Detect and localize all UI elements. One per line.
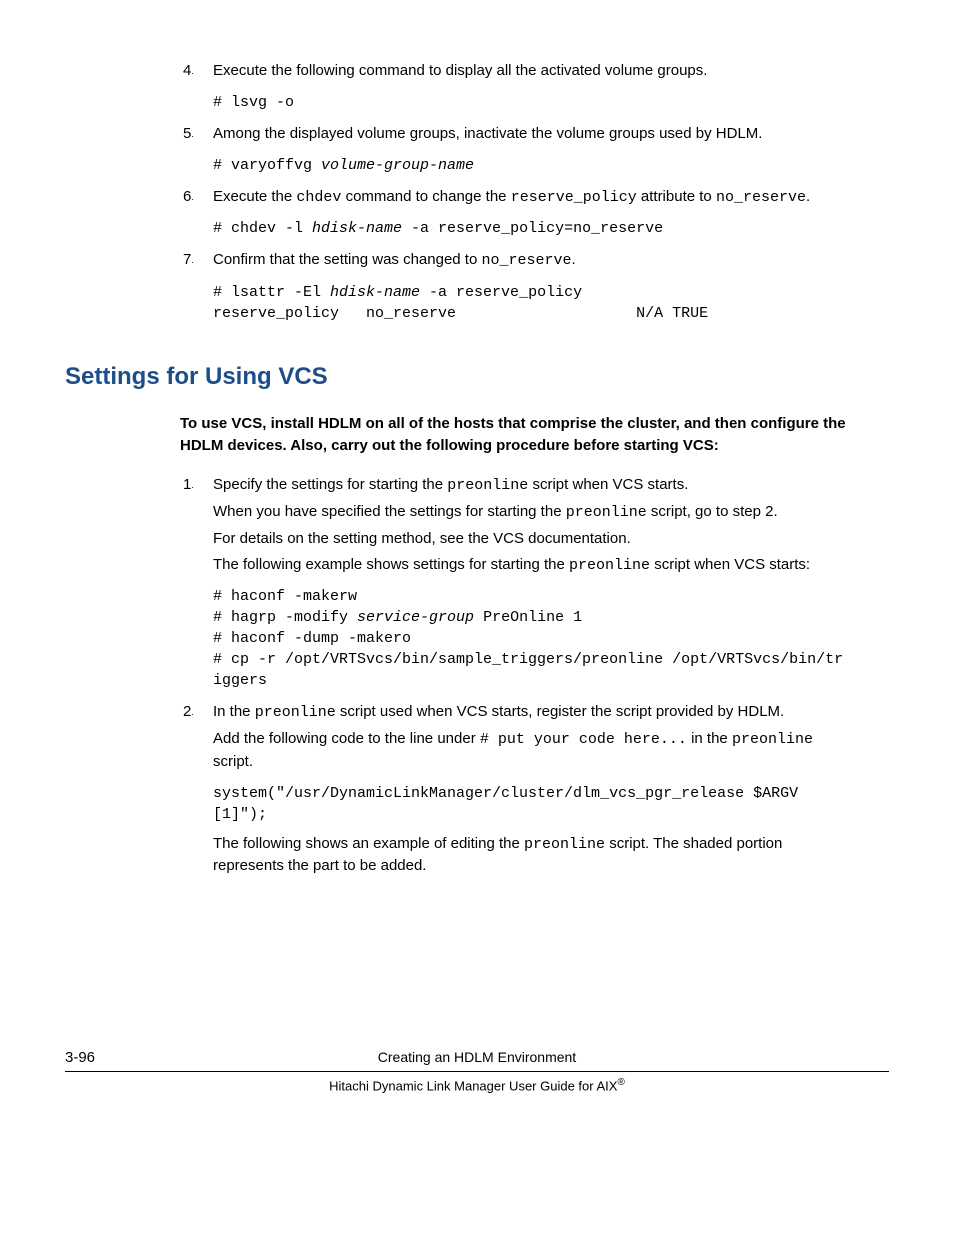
step-text: Add the following code to the line under… <box>213 728 849 773</box>
step-number: 2. <box>180 701 213 877</box>
step-text: The following example shows settings for… <box>213 554 849 577</box>
step-text: The following shows an example of editin… <box>213 833 849 878</box>
step-text: In the preonline script used when VCS st… <box>213 701 849 724</box>
step-text: Among the displayed volume groups, inact… <box>213 123 849 145</box>
page-footer: 3-96 Creating an HDLM Environment Hitach… <box>65 1047 889 1096</box>
code-block: system("/usr/DynamicLinkManager/cluster/… <box>213 783 849 825</box>
section-intro: To use VCS, install HDLM on all of the h… <box>180 413 849 457</box>
code-block: # varyoffvg volume-group-name <box>213 155 849 176</box>
footer-subtitle: Hitachi Dynamic Link Manager User Guide … <box>65 1076 889 1096</box>
step-number: 7. <box>180 249 213 332</box>
section-heading: Settings for Using VCS <box>65 360 889 395</box>
code-block: # chdev -l hdisk-name -a reserve_policy=… <box>213 218 849 239</box>
step-5: 5. Among the displayed volume groups, in… <box>180 123 849 184</box>
ordered-list-top: 4. Execute the following command to disp… <box>180 60 849 332</box>
step-text: Confirm that the setting was changed to … <box>213 249 849 272</box>
code-block: # haconf -makerw # hagrp -modify service… <box>213 586 849 691</box>
step-6: 6. Execute the chdev command to change t… <box>180 186 849 248</box>
code-block: # lsvg -o <box>213 92 849 113</box>
step-text: Execute the following command to display… <box>213 60 849 82</box>
step-number: 4. <box>180 60 213 121</box>
step-4: 4. Execute the following command to disp… <box>180 60 849 121</box>
step-text: When you have specified the settings for… <box>213 501 849 524</box>
page-number: 3-96 <box>65 1047 95 1069</box>
step-number: 5. <box>180 123 213 184</box>
footer-title: Creating an HDLM Environment <box>65 1047 889 1072</box>
step-number: 1. <box>180 474 213 699</box>
step-7: 7. Confirm that the setting was changed … <box>180 249 849 332</box>
step-text: Specify the settings for starting the pr… <box>213 474 849 497</box>
step-number: 6. <box>180 186 213 248</box>
step-text: For details on the setting method, see t… <box>213 528 849 550</box>
ordered-list-vcs: 1. Specify the settings for starting the… <box>180 474 849 877</box>
code-block: # lsattr -El hdisk-name -a reserve_polic… <box>213 282 849 324</box>
vcs-step-2: 2. In the preonline script used when VCS… <box>180 701 849 877</box>
vcs-step-1: 1. Specify the settings for starting the… <box>180 474 849 699</box>
step-text: Execute the chdev command to change the … <box>213 186 849 209</box>
